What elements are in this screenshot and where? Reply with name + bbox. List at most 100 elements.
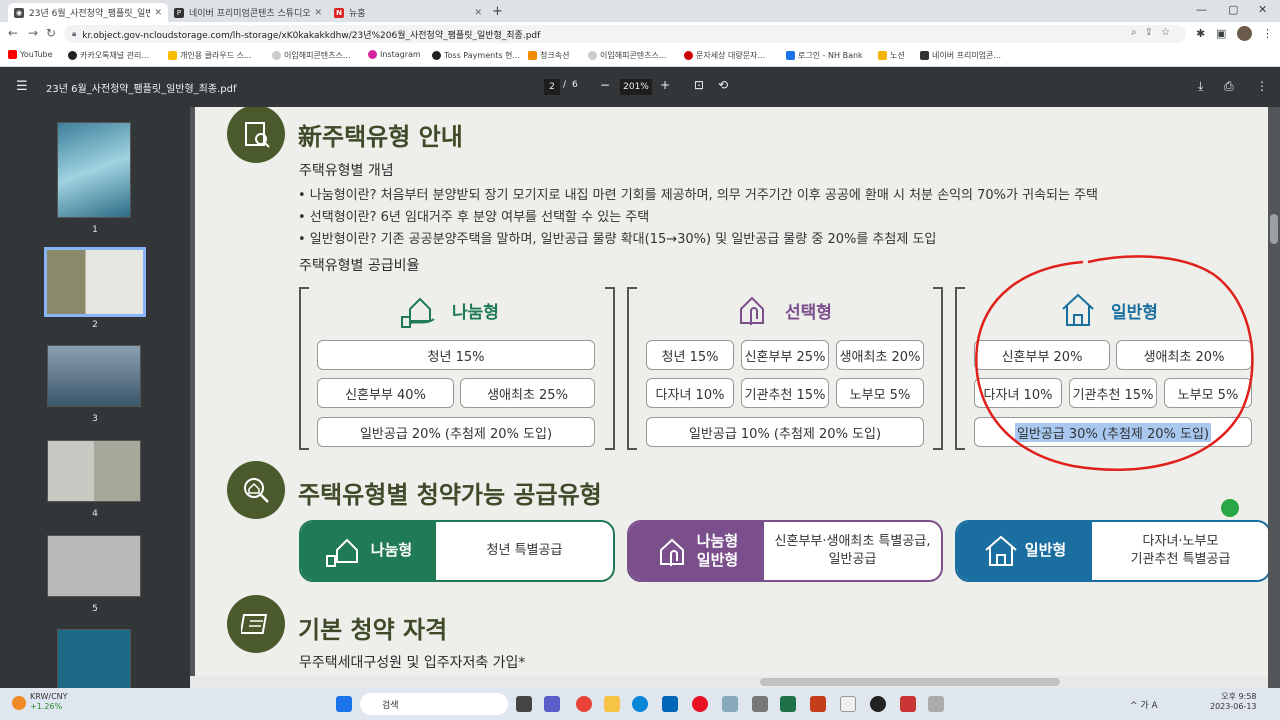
thumbnail-page-1[interactable]: [57, 122, 131, 218]
ratio-pill: 노부모 5%: [836, 378, 924, 408]
more-options-icon[interactable]: ⋮: [1256, 79, 1268, 93]
fit-page-icon[interactable]: ⊡: [694, 78, 704, 92]
extensions-icon[interactable]: ✱: [1196, 27, 1205, 40]
ratio-pill: 생애최초 20%: [836, 340, 924, 370]
thumbnail-page-2[interactable]: [44, 247, 146, 317]
section-title-qualification: 기본 청약 자격: [298, 616, 448, 644]
app-gray-icon[interactable]: [928, 696, 944, 712]
notepad-icon[interactable]: [840, 696, 856, 712]
bookmark-naver-premium[interactable]: 네이버 프리미엄콘...: [920, 50, 1001, 61]
close-window-icon[interactable]: ✕: [1258, 3, 1267, 16]
bookmark-sms[interactable]: 문자세상 대량문자...: [684, 50, 765, 61]
omnibox-actions[interactable]: ⌕⇪☆: [1131, 27, 1178, 38]
thumbnail-label: 5: [92, 604, 98, 614]
ratio-pill: 일반공급 20% (추첨제 20% 도입): [317, 417, 595, 447]
app-red-icon[interactable]: [900, 696, 916, 712]
page-number-input[interactable]: 2: [544, 79, 560, 95]
ratio-pill: 신혼부부 40%: [317, 378, 454, 408]
bookmark-happycontents[interactable]: 이임해피콘텐츠스...: [272, 50, 351, 61]
clock[interactable]: 오후 9:58 2023-06-13: [1210, 692, 1257, 713]
print-icon[interactable]: ⎙: [1224, 79, 1234, 94]
snipping-icon[interactable]: [722, 696, 738, 712]
red-circle-annotation: [975, 255, 1254, 472]
close-tab-icon[interactable]: ✕: [474, 8, 482, 18]
bookmark-instagram[interactable]: Instagram: [368, 50, 421, 59]
house-search-icon: [227, 107, 285, 163]
newhome-icon: N: [334, 7, 344, 18]
bookmark-happycontents-2[interactable]: 이임해피콘텐츠스...: [588, 50, 667, 61]
tab-newhome[interactable]: N 뉴홈 ✕: [328, 3, 488, 22]
bookmark-kakao[interactable]: 카카오톡채널 관리...: [68, 50, 149, 61]
tab-pdf[interactable]: ◉ 23년 6월_사전청약_팸플릿_일반 ✕: [8, 3, 168, 22]
zoom-in-icon[interactable]: +: [660, 78, 670, 92]
thumbnail-label: 1: [92, 225, 98, 235]
sidepanel-icon[interactable]: ▣: [1216, 27, 1226, 40]
bullet-seontaek: • 선택형이란? 6년 임대거주 후 분양 여부를 선택할 수 있는 주택: [298, 210, 650, 225]
pdf-viewer: 新주택유형 안내 주택유형별 개념 • 나눔형이란? 처음부터 분양받되 장기 …: [190, 107, 1280, 688]
ratio-pill: 생애최초 25%: [460, 378, 595, 408]
chrome-icon[interactable]: [576, 696, 592, 712]
bookmark-chungk[interactable]: 청크속션: [528, 50, 569, 61]
minimize-icon[interactable]: —: [1196, 3, 1207, 16]
horizontal-scrollbar[interactable]: [190, 676, 1268, 688]
store-icon[interactable]: [662, 696, 678, 712]
card-ilban: 일반형 다자녀·노부모 기관추천 특별공급: [955, 520, 1271, 582]
section-title-types: 新주택유형 안내: [298, 123, 463, 151]
evernote-icon[interactable]: [1221, 499, 1239, 517]
app-icon[interactable]: [752, 696, 768, 712]
vertical-scroll-thumb[interactable]: [1270, 214, 1278, 244]
download-icon[interactable]: ⤓: [1198, 79, 1203, 94]
lock-icon: 🔒︎: [72, 29, 77, 38]
thumbnail-page-4[interactable]: [47, 440, 141, 502]
bookmark-cloud[interactable]: 개인용 클라우드 스...: [168, 50, 252, 61]
ratio-pill: 일반공급 10% (추첨제 20% 도입): [646, 417, 924, 447]
thumbnail-page-5[interactable]: [47, 535, 141, 597]
nanum-title: 나눔형: [400, 291, 499, 329]
ratio-pill: 청년 15%: [317, 340, 595, 370]
back-icon[interactable]: ←: [8, 26, 18, 40]
maximize-icon[interactable]: ▢: [1228, 3, 1238, 16]
horizontal-scroll-thumb[interactable]: [760, 678, 1060, 686]
thumbnail-page-6[interactable]: [57, 629, 131, 688]
url-text: kr.object.gov-ncloudstorage.com/lh-stora…: [82, 30, 541, 41]
bullet-nanum: • 나눔형이란? 처음부터 분양받되 장기 모기지로 내집 마련 기회를 제공하…: [298, 188, 1099, 203]
card-nanum-ilban: 나눔형 일반형 신혼부부·생애최초 특별공급, 일반공급: [627, 520, 943, 582]
close-tab-icon[interactable]: ✕: [154, 8, 162, 18]
taskbar-search[interactable]: 검색: [360, 693, 508, 715]
system-tray[interactable]: ^ 가 A: [1130, 698, 1158, 711]
qualification-subheading: 무주택세대구성원 및 입주자저축 가입*: [299, 655, 526, 671]
profile-avatar[interactable]: [1237, 26, 1252, 41]
vertical-scrollbar[interactable]: [1268, 107, 1280, 688]
weather-widget[interactable]: KRW/CNY +1.26%: [30, 692, 68, 713]
menu-icon[interactable]: ☰: [16, 79, 28, 94]
close-tab-icon[interactable]: ✕: [314, 8, 322, 18]
zoom-out-icon[interactable]: −: [600, 78, 610, 92]
thumbnail-label: 3: [92, 414, 98, 424]
page-separator: /: [563, 80, 567, 90]
windows-start-icon[interactable]: [336, 696, 352, 712]
new-tab-button[interactable]: +: [492, 4, 503, 19]
more-menu-icon[interactable]: ⋮: [1262, 27, 1273, 40]
bookmark-nhbank[interactable]: 로그인 - NH Bank: [786, 50, 863, 61]
file-explorer-icon[interactable]: [604, 696, 620, 712]
bookmark-toss[interactable]: Toss Payments 현...: [432, 50, 520, 61]
opera-icon[interactable]: [692, 696, 708, 712]
url-field[interactable]: 🔒︎ kr.object.gov-ncloudstorage.com/lh-st…: [64, 25, 1186, 43]
rotate-icon[interactable]: ⟲: [718, 78, 728, 92]
tab-naver[interactable]: P 네이버 프리미엄콘텐츠 스튜디오 ✕: [168, 3, 328, 22]
pdf-filename: 23년 6월_사전청약_팸플릿_일반형_최종.pdf: [46, 84, 237, 95]
bookmark-youtube[interactable]: YouTube: [8, 50, 53, 59]
excel-icon[interactable]: [780, 696, 796, 712]
task-view-icon[interactable]: [516, 696, 532, 712]
reload-icon[interactable]: ↻: [46, 26, 56, 40]
forward-icon[interactable]: →: [28, 26, 38, 40]
card-label: 나눔형 일반형: [629, 522, 764, 580]
page-total: 6: [572, 80, 578, 90]
chat-icon[interactable]: [544, 696, 560, 712]
thumbnail-page-3[interactable]: [47, 345, 141, 407]
app-circle-icon[interactable]: [870, 696, 886, 712]
powerpoint-icon[interactable]: [810, 696, 826, 712]
edge-icon[interactable]: [632, 696, 648, 712]
zoom-input[interactable]: 201%: [620, 79, 652, 95]
bookmark-notion[interactable]: 노션: [878, 50, 905, 61]
